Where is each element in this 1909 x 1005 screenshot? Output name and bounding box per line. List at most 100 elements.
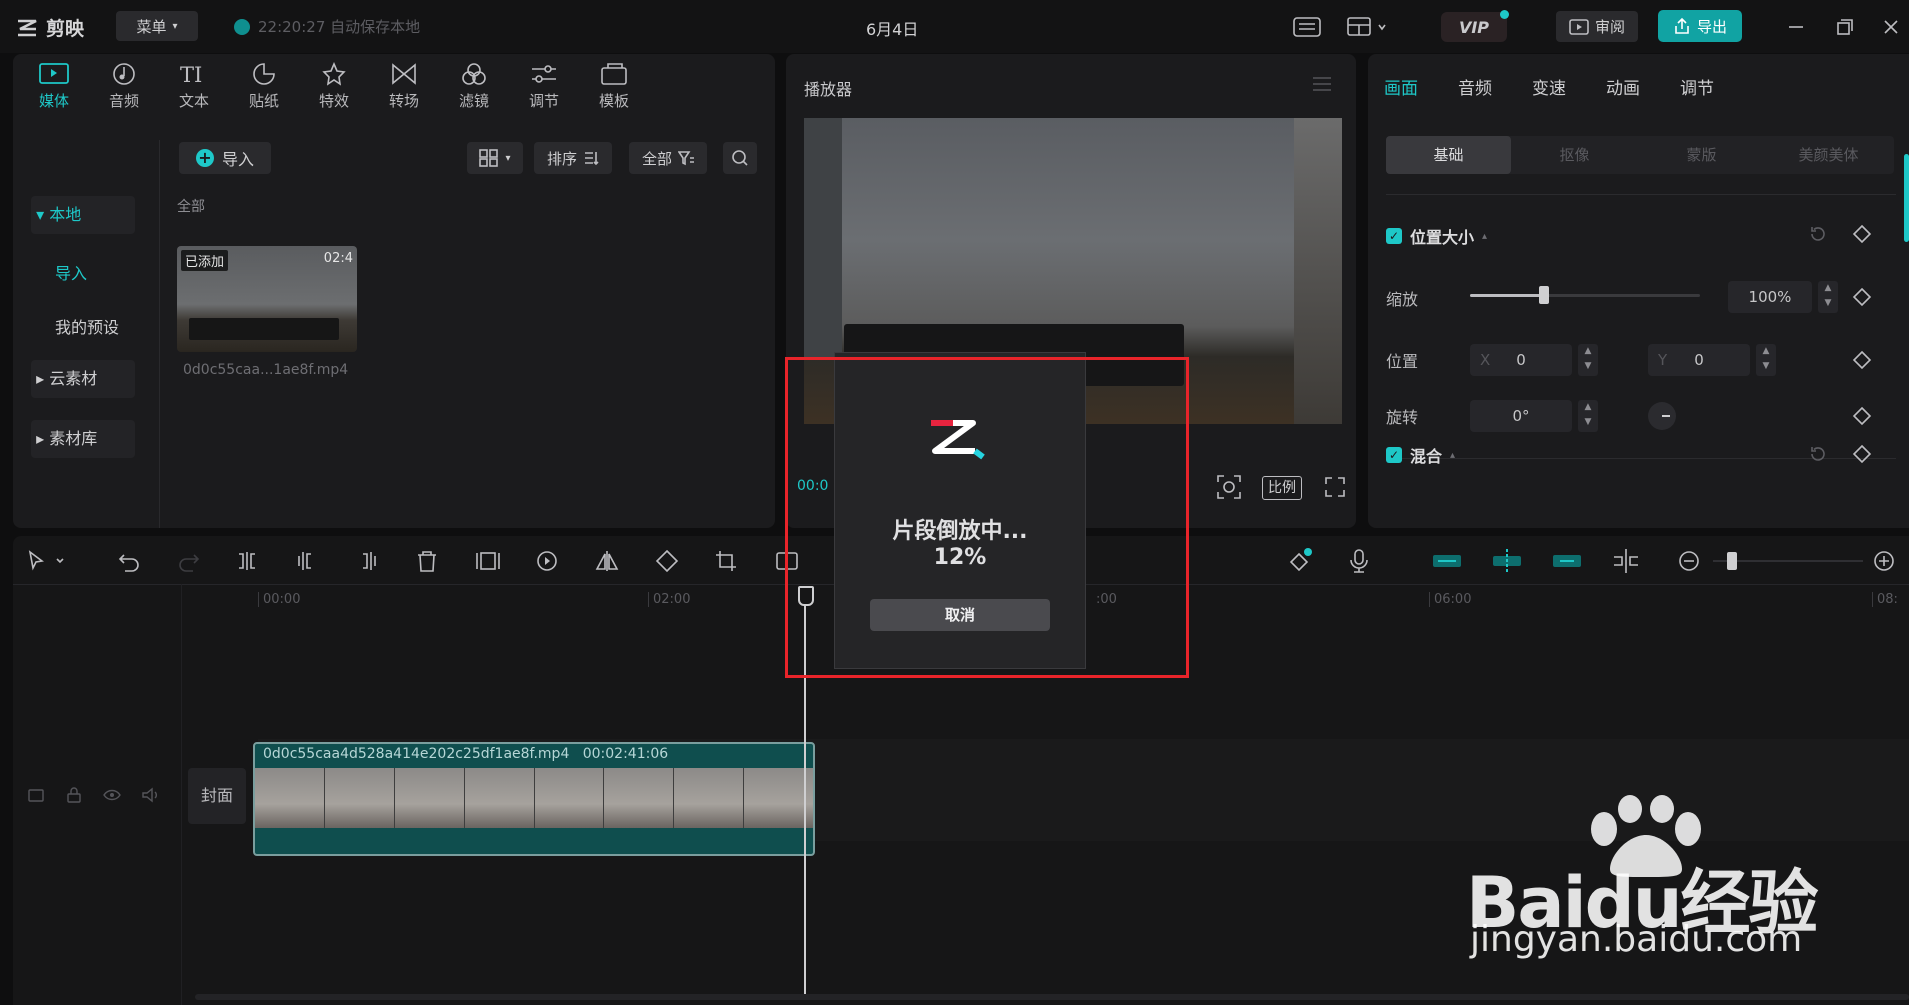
subtab-beauty[interactable]: 美颜美体 — [1765, 136, 1892, 174]
view-mode-button[interactable]: ▾ — [467, 142, 523, 174]
split-left-icon[interactable] — [295, 550, 319, 572]
tab-template[interactable]: 模板 — [579, 54, 649, 134]
eye-icon[interactable] — [103, 786, 121, 804]
tab-transition[interactable]: 转场 — [369, 54, 439, 134]
undo-icon[interactable] — [117, 550, 141, 572]
tab-video[interactable]: 画面 — [1384, 74, 1418, 99]
zoom-in-icon[interactable] — [1873, 550, 1895, 572]
fit-screen-icon[interactable] — [1216, 474, 1242, 500]
tab-media[interactable]: 媒体 — [19, 54, 89, 134]
tab-audio-props[interactable]: 音频 — [1458, 74, 1492, 99]
split-screen-icon[interactable] — [1612, 548, 1640, 574]
keyframe-icon[interactable] — [1852, 287, 1872, 307]
search-button[interactable] — [723, 142, 757, 174]
preview-axis-icon[interactable] — [1492, 548, 1522, 574]
tab-animation[interactable]: 动画 — [1606, 74, 1640, 99]
vip-button[interactable]: VIP — [1441, 12, 1507, 42]
link-main-track-icon[interactable] — [1432, 552, 1462, 570]
split-right-icon[interactable] — [355, 550, 379, 572]
scale-slider[interactable] — [1470, 286, 1700, 304]
export-button[interactable]: 导出 — [1658, 10, 1742, 42]
select-tool-icon[interactable] — [27, 550, 67, 572]
review-button[interactable]: 审阅 — [1556, 11, 1638, 42]
lock-icon[interactable] — [65, 786, 83, 804]
blend-section[interactable]: ✓ 混合 ▴ — [1386, 443, 1455, 467]
media-clip-thumbnail[interactable]: 已添加 02:4 — [177, 246, 357, 352]
tab-speed[interactable]: 变速 — [1532, 74, 1566, 99]
film-frame — [394, 768, 465, 828]
microphone-icon[interactable] — [1347, 548, 1371, 574]
position-size-section[interactable]: ✓ 位置大小 ▴ — [1386, 224, 1487, 248]
watermark-url: jingyan.baidu.com — [1470, 919, 1803, 960]
track-toggle-icon[interactable] — [27, 786, 45, 804]
subtab-cutout[interactable]: 抠像 — [1511, 136, 1638, 174]
layout-icon[interactable] — [1347, 17, 1387, 37]
scale-slider-handle[interactable] — [1538, 286, 1549, 304]
timeline-clip[interactable]: 0d0c55caa4d528a414e202c25df1ae8f.mp4 00:… — [253, 742, 815, 856]
checkbox-icon: ✓ — [1386, 447, 1402, 463]
keyframe-icon[interactable] — [1852, 406, 1872, 426]
position-x-stepper[interactable]: ▲ ▼ — [1578, 344, 1598, 376]
sidebar-item-presets[interactable]: 我的预设 — [55, 314, 119, 338]
capcut-logo-icon — [18, 19, 37, 36]
scale-stepper[interactable]: ▲ ▼ — [1818, 281, 1838, 313]
film-frame — [324, 768, 395, 828]
shortcut-keyboard-icon[interactable] — [1293, 17, 1321, 37]
keyframe-icon[interactable] — [1852, 350, 1872, 370]
position-x-field[interactable]: X0 — [1470, 344, 1572, 376]
fullscreen-icon[interactable] — [1324, 476, 1346, 498]
keyframe-icon[interactable] — [1852, 444, 1872, 464]
redo-icon[interactable] — [177, 550, 201, 572]
timeline-scrollbar[interactable] — [195, 994, 1909, 1000]
zoom-slider[interactable] — [1713, 552, 1863, 570]
cover-button[interactable]: 封面 — [188, 768, 246, 824]
filter-button[interactable]: 全部 — [629, 142, 707, 174]
scrollbar[interactable] — [1904, 154, 1909, 242]
zoom-out-icon[interactable] — [1678, 550, 1700, 572]
split-icon[interactable] — [235, 550, 259, 572]
restore-icon[interactable] — [1836, 18, 1854, 36]
mirror-icon[interactable] — [595, 550, 619, 572]
sidebar-item-cloud[interactable]: ▸ 云素材 — [31, 360, 135, 398]
crop-icon[interactable] — [715, 550, 739, 572]
ratio-button[interactable]: 比例 — [1262, 476, 1302, 500]
scale-value-field[interactable]: 100% — [1728, 281, 1812, 313]
volume-icon[interactable] — [141, 786, 159, 804]
import-button[interactable]: + 导入 — [179, 142, 271, 174]
position-y-stepper[interactable]: ▲ ▼ — [1756, 344, 1776, 376]
tab-filter[interactable]: 滤镜 — [439, 54, 509, 134]
sidebar-item-library[interactable]: ▸ 素材库 — [31, 420, 135, 458]
position-y-field[interactable]: Y0 — [1648, 344, 1750, 376]
rotation-dial[interactable] — [1648, 402, 1676, 430]
zoom-slider-handle[interactable] — [1727, 552, 1737, 570]
keyframe-icon[interactable] — [1852, 224, 1872, 244]
divider — [1386, 194, 1896, 195]
freeze-icon[interactable] — [475, 550, 501, 572]
tab-adjust[interactable]: 调节 — [509, 54, 579, 134]
close-icon[interactable] — [1882, 18, 1900, 36]
sidebar-item-local[interactable]: ▾ 本地 — [31, 196, 135, 234]
rotation-label: 旋转 — [1386, 408, 1419, 427]
menu-button[interactable]: 菜单 ▾ — [116, 11, 198, 41]
rotation-field[interactable]: 0° — [1470, 400, 1572, 432]
reset-icon[interactable] — [1808, 444, 1828, 464]
sort-button[interactable]: 排序 — [534, 142, 612, 174]
subtab-basic[interactable]: 基础 — [1386, 136, 1511, 174]
reverse-icon[interactable] — [535, 550, 559, 572]
tab-adjust-props[interactable]: 调节 — [1680, 74, 1714, 99]
reset-icon[interactable] — [1808, 224, 1828, 244]
tab-text[interactable]: TI 文本 — [159, 54, 229, 134]
sidebar-item-import[interactable]: 导入 — [55, 260, 87, 284]
linkage-icon[interactable] — [1552, 552, 1582, 570]
effects-icon — [322, 62, 346, 86]
subtab-mask[interactable]: 蒙版 — [1638, 136, 1765, 174]
rotation-stepper[interactable]: ▲ ▼ — [1578, 400, 1598, 432]
rotate-icon[interactable] — [655, 550, 679, 572]
delete-icon[interactable] — [415, 550, 439, 572]
player-menu-icon[interactable] — [1312, 76, 1332, 92]
auto-caption-icon[interactable] — [1287, 548, 1315, 574]
tab-sticker[interactable]: 贴纸 — [229, 54, 299, 134]
minimize-icon[interactable] — [1787, 20, 1805, 34]
tab-audio[interactable]: 音频 — [89, 54, 159, 134]
tab-effects[interactable]: 特效 — [299, 54, 369, 134]
